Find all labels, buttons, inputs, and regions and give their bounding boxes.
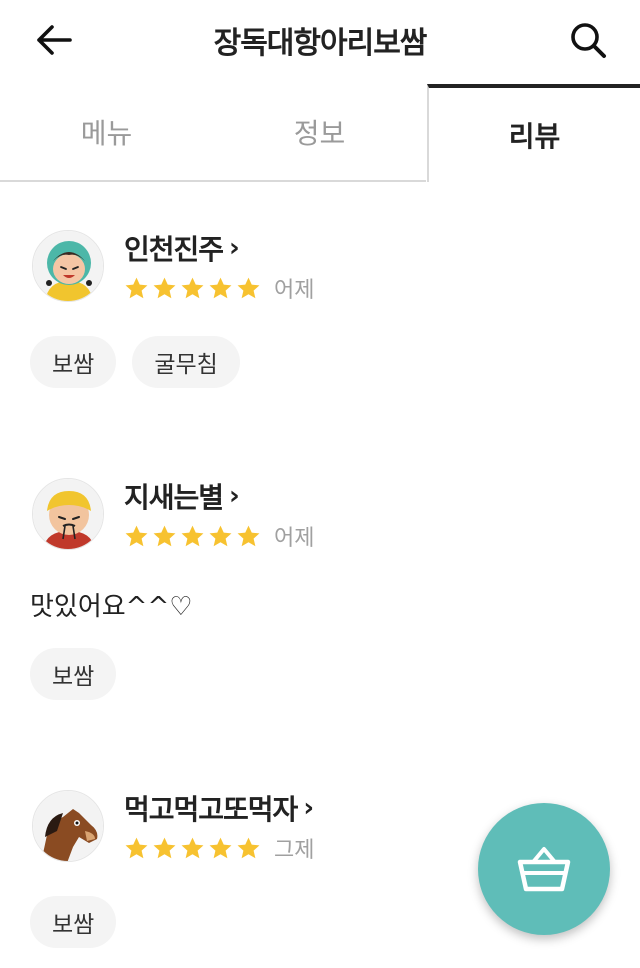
search-button[interactable] <box>562 16 614 64</box>
review-date: 그제 <box>274 838 315 863</box>
star-icon <box>125 837 148 858</box>
star-icon <box>181 525 204 546</box>
reviewer-name: 지새는별 <box>124 481 224 514</box>
review-comment: 맛있어요^^♡ <box>30 592 193 622</box>
review-date: 어제 <box>274 278 315 303</box>
star-icon <box>125 277 148 298</box>
horse-avatar-icon <box>33 791 103 861</box>
search-icon <box>571 23 606 58</box>
rating-stars: 그제 <box>124 832 314 864</box>
star-icon <box>153 277 176 298</box>
ordered-menu-tags: 보쌈 <box>30 896 117 948</box>
rating-stars: 어제 <box>124 272 314 304</box>
menu-tag[interactable]: 굴무침 <box>132 336 240 388</box>
star-icon <box>237 525 260 546</box>
star-icon <box>153 525 176 546</box>
reviewer-name-link[interactable]: 지새는별 › <box>124 476 240 516</box>
tab-info[interactable]: 정보 <box>213 84 426 182</box>
review-date: 어제 <box>274 526 315 551</box>
tab-bar: 메뉴 정보 리뷰 <box>0 84 640 184</box>
reviewer-name-link[interactable]: 먹고먹고또먹자 › <box>124 788 314 828</box>
arrow-left-icon <box>37 25 72 55</box>
star-icon <box>237 277 260 298</box>
girl-avatar-icon <box>33 231 103 301</box>
ordered-menu-tags: 보쌈 굴무침 <box>30 336 240 388</box>
menu-tag[interactable]: 보쌈 <box>30 896 117 948</box>
rating-stars: 어제 <box>124 520 314 552</box>
avatar[interactable] <box>32 790 104 862</box>
app-header: 장독대항아리보쌈 <box>0 0 640 84</box>
chevron-right-icon: › <box>229 481 240 511</box>
star-icon <box>181 837 204 858</box>
man-avatar-icon <box>33 479 103 549</box>
chevron-right-icon: › <box>303 793 314 823</box>
star-icon <box>209 837 232 858</box>
star-icon <box>237 837 260 858</box>
ordered-menu-tags: 보쌈 <box>30 648 117 700</box>
reviewer-name-link[interactable]: 인천진주 › <box>124 228 240 268</box>
tab-reviews[interactable]: 리뷰 <box>427 84 640 182</box>
star-icon <box>209 525 232 546</box>
avatar[interactable] <box>32 478 104 550</box>
menu-tag[interactable]: 보쌈 <box>30 336 117 388</box>
avatar[interactable] <box>32 230 104 302</box>
star-icon <box>125 525 148 546</box>
cart-button[interactable] <box>478 803 610 935</box>
star-icon <box>181 277 204 298</box>
tab-menu[interactable]: 메뉴 <box>0 84 213 182</box>
page-title: 장독대항아리보쌈 <box>213 26 428 61</box>
reviewer-name: 먹고먹고또먹자 <box>124 793 298 826</box>
reviewer-name: 인천진주 <box>124 233 224 266</box>
menu-tag[interactable]: 보쌈 <box>30 648 117 700</box>
star-icon <box>209 277 232 298</box>
back-button[interactable] <box>30 18 78 62</box>
basket-icon <box>517 847 571 892</box>
star-icon <box>153 837 176 858</box>
chevron-right-icon: › <box>229 233 240 263</box>
